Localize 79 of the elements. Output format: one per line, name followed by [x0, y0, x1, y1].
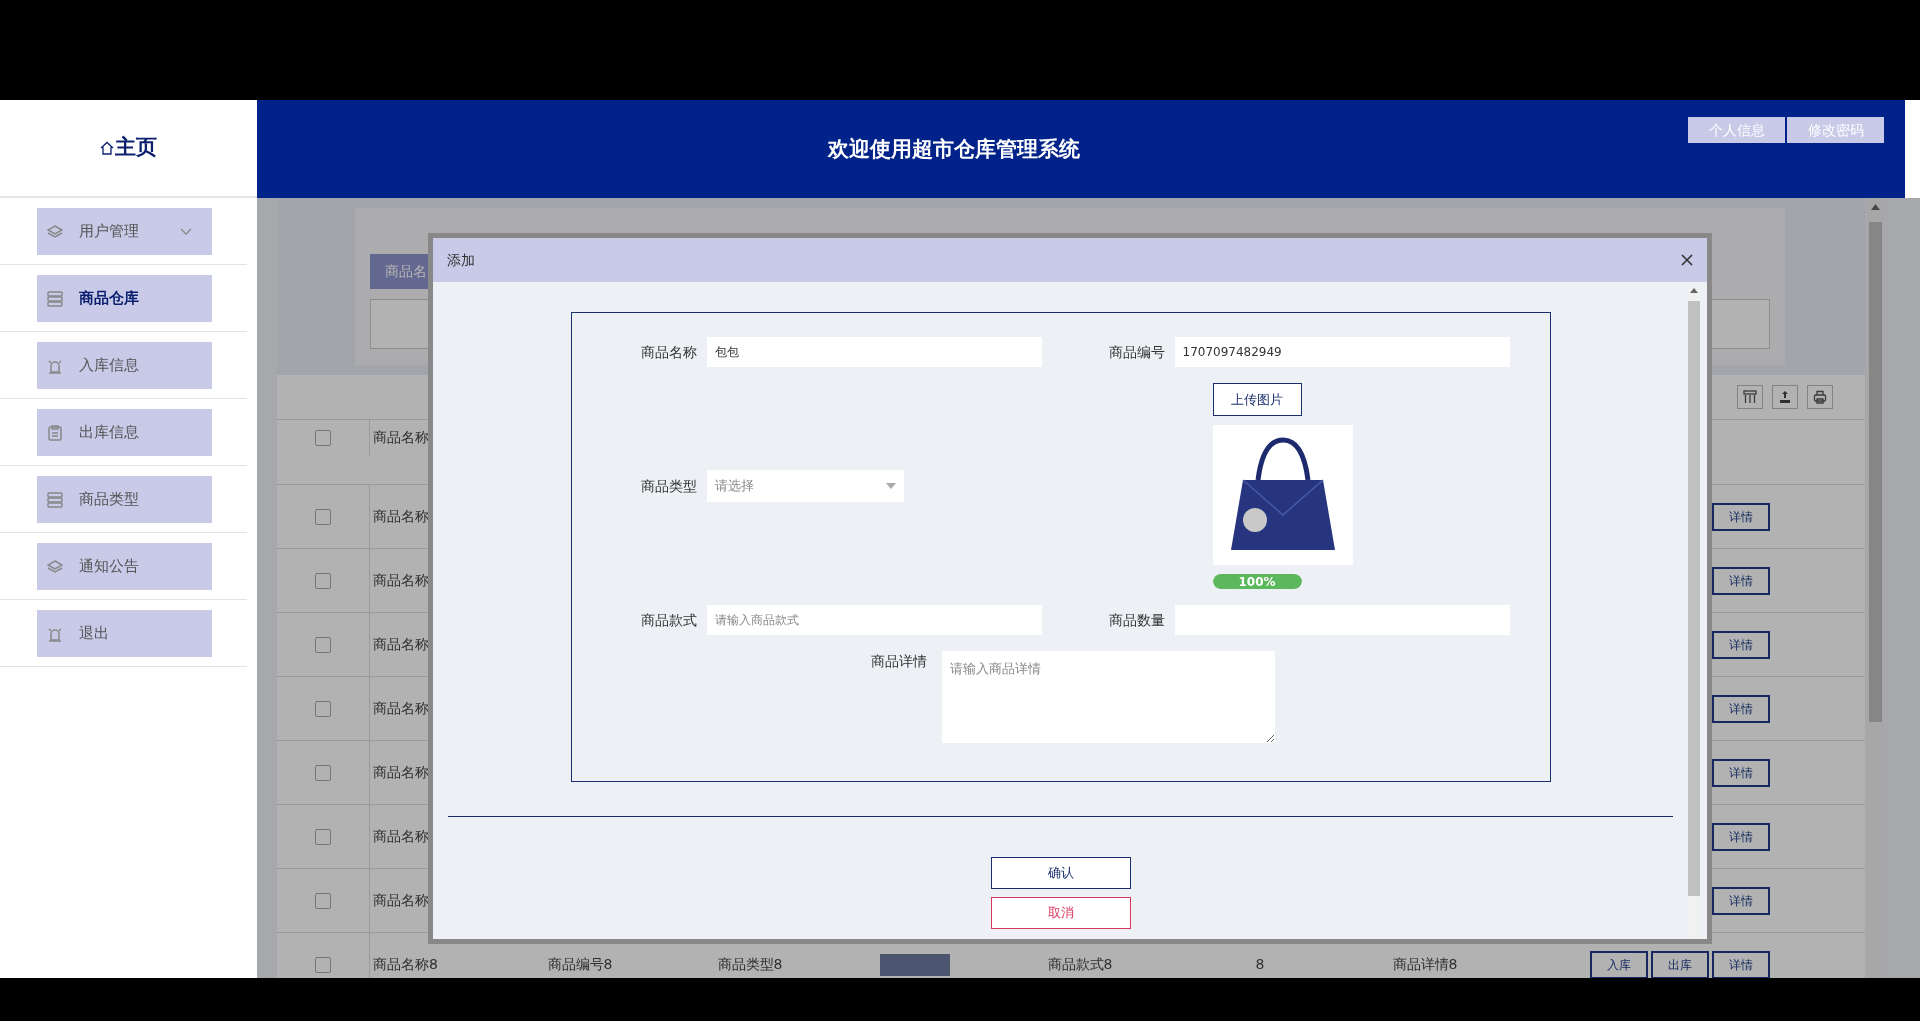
input-field[interactable]: 包包	[706, 337, 1042, 367]
columns-button[interactable]	[1737, 385, 1763, 409]
dropdown-caret-icon	[885, 483, 896, 489]
row-checkbox[interactable]	[315, 828, 331, 845]
print-icon	[1813, 390, 1827, 404]
row-checkbox[interactable]	[315, 429, 331, 446]
row-checkbox[interactable]	[315, 700, 331, 717]
row-checkbox[interactable]	[315, 572, 331, 589]
row-action-button[interactable]: 详情	[1712, 502, 1770, 531]
scroll-up-icon	[1690, 288, 1698, 293]
list-icon	[47, 290, 63, 307]
row-action-button[interactable]: 详情	[1712, 886, 1770, 915]
scrollbar[interactable]	[1867, 198, 1884, 978]
table-cell-text: 商品名称	[372, 507, 430, 526]
print-button[interactable]	[1807, 385, 1833, 409]
siren-icon	[47, 357, 63, 374]
row-action-button[interactable]: 出库	[1651, 950, 1709, 978]
row-action-button[interactable]: 详情	[1712, 630, 1770, 659]
siren-icon	[47, 625, 63, 642]
home-icon	[100, 141, 114, 155]
scroll-up-icon	[1871, 204, 1880, 210]
table-cell-text: 商品名称	[372, 699, 430, 718]
row-action-button[interactable]: 详情	[1712, 566, 1770, 595]
columns-icon	[1743, 390, 1757, 404]
table-cell-text: 商品编号8	[546, 955, 614, 974]
select-field[interactable]: 请选择	[706, 470, 904, 502]
table-cell-text: 商品名称8	[372, 955, 439, 974]
field-label: 商品编号	[1107, 342, 1165, 362]
home-link[interactable]: 主页	[115, 132, 157, 164]
sidebar-item[interactable]: 通知公告	[37, 543, 212, 590]
table-cell-text: 商品名称	[372, 635, 430, 654]
table-cell-text: 商品款式8	[1046, 955, 1114, 974]
progress-bar: 100%	[1212, 574, 1302, 589]
field-label: 商品类型	[639, 476, 697, 496]
page-title: 欢迎使用超市仓库管理系统	[828, 136, 1080, 163]
select-placeholder: 请选择	[714, 477, 754, 496]
sidebar-item[interactable]: 用户管理	[37, 208, 212, 255]
row-checkbox[interactable]	[315, 508, 331, 525]
field-label: 商品详情	[869, 652, 927, 671]
table-cell-text: 商品名称	[372, 571, 430, 590]
scrollbar[interactable]	[1688, 288, 1700, 939]
field-label: 商品名称	[639, 342, 697, 362]
row-checkbox[interactable]	[315, 956, 331, 973]
field-label: 商品款式	[639, 610, 697, 630]
table-cell-text: 商品详情8	[1391, 955, 1459, 974]
column-header: 商品名称	[372, 428, 430, 448]
clipboard-icon	[47, 424, 63, 441]
layers-icon	[47, 223, 63, 240]
list-icon	[47, 491, 63, 508]
text-area[interactable]: 请输入商品详情	[941, 651, 1275, 743]
table-cell-text: 商品名称	[372, 891, 430, 910]
sidebar-item[interactable]: 入库信息	[37, 342, 212, 389]
cancel-button[interactable]: 取消	[990, 897, 1131, 929]
layers-icon	[47, 558, 63, 575]
row-checkbox[interactable]	[315, 636, 331, 653]
table-cell-text: 商品类型8	[716, 955, 784, 974]
input-field[interactable]: 1707097482949	[1174, 337, 1510, 367]
row-action-button[interactable]: 详情	[1712, 950, 1770, 978]
table-cell-text: 商品名称	[372, 763, 430, 782]
field-label: 商品数量	[1107, 610, 1165, 630]
input-field[interactable]: 请输入商品款式	[706, 605, 1042, 635]
table-cell-text: 商品名称	[372, 827, 430, 846]
row-checkbox[interactable]	[315, 892, 331, 909]
table-cell-text: 8	[1254, 955, 1266, 974]
sidebar-item[interactable]: 出库信息	[37, 409, 212, 456]
export-icon	[1778, 390, 1792, 404]
row-action-button[interactable]: 入库	[1590, 950, 1648, 978]
row-checkbox[interactable]	[315, 764, 331, 781]
confirm-button[interactable]: 确认	[990, 857, 1131, 889]
row-action-button[interactable]: 详情	[1712, 694, 1770, 723]
sidebar-item[interactable]: 商品仓库	[37, 275, 212, 322]
close-icon	[1681, 254, 1693, 266]
upload-button[interactable]: 上传图片	[1212, 383, 1302, 416]
close-button[interactable]	[1681, 254, 1693, 266]
sidebar-item[interactable]: 退出	[37, 610, 212, 657]
export-button[interactable]	[1772, 385, 1798, 409]
row-action-button[interactable]: 详情	[1712, 758, 1770, 787]
row-action-button[interactable]: 详情	[1712, 822, 1770, 851]
sidebar-item[interactable]: 商品类型	[37, 476, 212, 523]
